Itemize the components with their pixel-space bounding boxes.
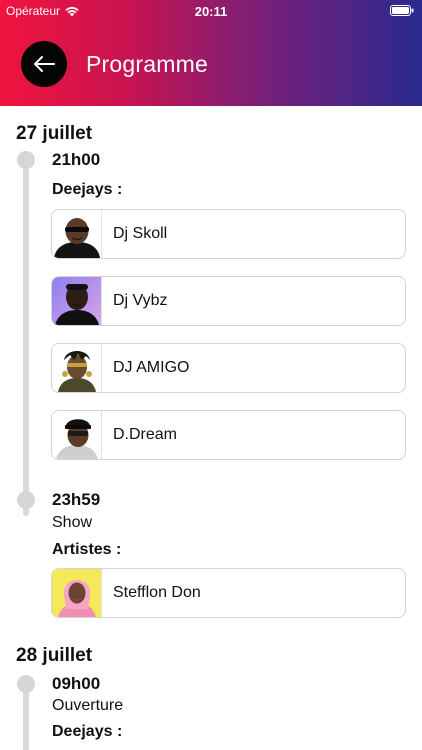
performer-card[interactable]: Dj Vybz <box>51 276 406 326</box>
status-time: 20:11 <box>194 4 228 19</box>
performer-card[interactable]: D.Dream <box>51 410 406 460</box>
page-title: Programme <box>86 51 208 77</box>
slot-label: Deejays : <box>52 723 123 740</box>
program-list[interactable]: 27 juillet 21h00 Deejays : Dj Skoll Dj V… <box>0 106 422 750</box>
day-title: 28 juillet <box>16 645 93 666</box>
slot-subtitle: Ouverture <box>52 697 124 714</box>
slot-time: 09h00 <box>52 674 101 693</box>
avatar <box>52 210 102 258</box>
performer-name: D.Dream <box>113 426 178 443</box>
slot-time: 21h00 <box>52 150 101 169</box>
status-bar: Opérateur 20:11 <box>0 0 422 22</box>
timeline-dot <box>17 151 35 169</box>
arrow-left-icon <box>34 56 55 72</box>
slot-label: Artistes : <box>52 541 122 558</box>
performer-name: DJ AMIGO <box>113 359 190 376</box>
avatar <box>52 344 102 392</box>
performer-name: Stefflon Don <box>113 584 201 601</box>
avatar <box>52 411 102 459</box>
performer-card[interactable]: Dj Skoll <box>51 209 406 259</box>
day-title: 27 juillet <box>16 123 93 144</box>
back-button[interactable] <box>21 41 67 87</box>
timeline-dot <box>17 491 35 509</box>
avatar <box>52 277 102 325</box>
performer-card[interactable]: DJ AMIGO <box>51 343 406 393</box>
avatar <box>52 569 102 617</box>
header: Opérateur 20:11 Programme <box>0 0 422 106</box>
battery-icon <box>390 5 414 16</box>
slot-label: Deejays : <box>52 181 123 198</box>
timeline-dot <box>17 675 35 693</box>
performer-name: Dj Vybz <box>113 292 168 309</box>
performer-card[interactable]: Stefflon Don <box>51 568 406 618</box>
performer-name: Dj Skoll <box>113 225 168 242</box>
timeline-line <box>23 152 29 516</box>
slot-subtitle: Show <box>52 514 93 531</box>
slot-time: 23h59 <box>52 490 101 509</box>
